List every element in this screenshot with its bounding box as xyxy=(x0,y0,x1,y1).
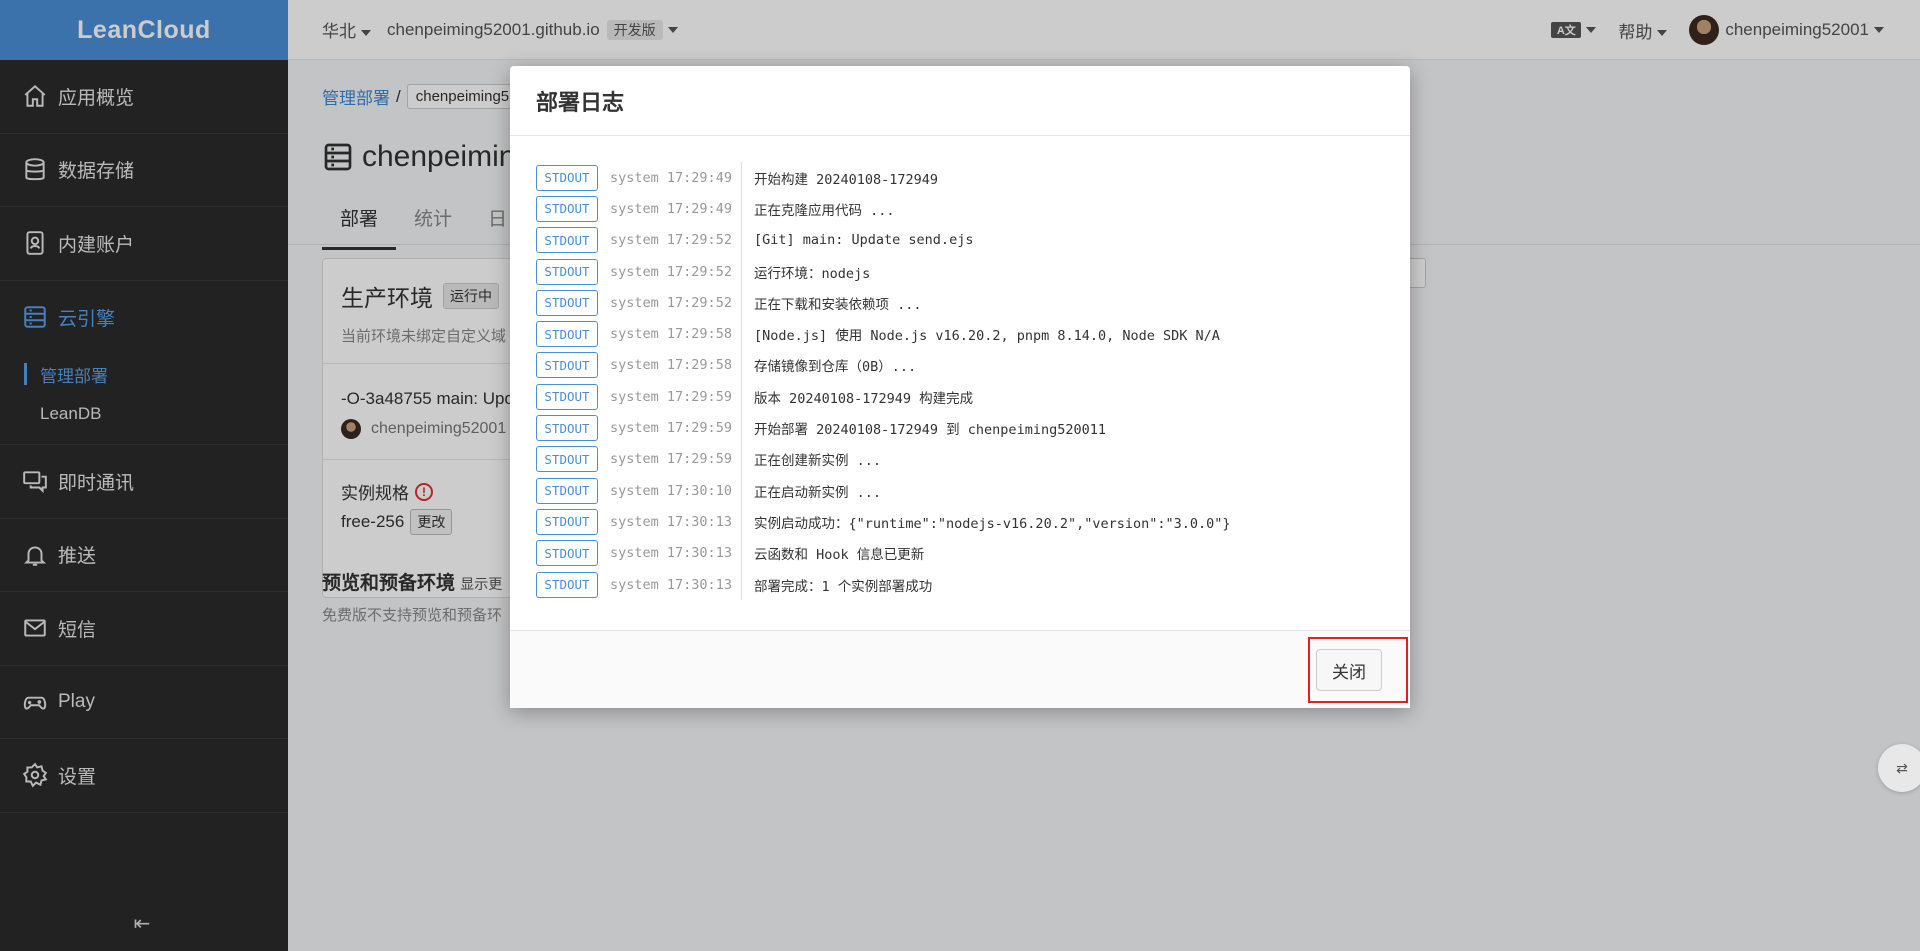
log-row: STDOUT system 17:29:59 正在创建新实例 ... xyxy=(536,443,1410,475)
log-message: 实例启动成功：{"runtime":"nodejs-v16.20.2","ver… xyxy=(754,515,1231,532)
log-meta: system 17:29:59 xyxy=(610,381,742,413)
stream-badge: STDOUT xyxy=(536,508,598,535)
log-message: 版本 20240108-172949 构建完成 xyxy=(754,390,974,407)
log-meta: system 17:29:59 xyxy=(610,412,742,444)
modal-footer: 关闭 xyxy=(510,630,1410,708)
log-meta: system 17:29:49 xyxy=(610,162,742,194)
log-source: system xyxy=(610,294,659,311)
log-meta: system 17:29:58 xyxy=(610,318,742,350)
stream-badge: STDOUT xyxy=(536,227,598,254)
log-message: 开始部署 20240108-172949 到 chenpeiming520011 xyxy=(754,422,1106,439)
log-meta: system 17:29:49 xyxy=(610,193,742,225)
log-meta: system 17:29:59 xyxy=(610,443,742,475)
log-message: 运行环境：nodejs xyxy=(754,265,871,282)
stream-badge: STDOUT xyxy=(536,258,598,285)
log-message: 部署完成：1 个实例部署成功 xyxy=(754,578,933,595)
log-row: STDOUT system 17:29:49 开始构建 20240108-17294… xyxy=(536,162,1410,194)
log-meta: system 17:29:52 xyxy=(610,224,742,256)
log-meta: system 17:30:13 xyxy=(610,568,742,601)
log-row: STDOUT system 17:29:58 [Node.js] 使用 Node.j… xyxy=(536,318,1410,350)
log-message: 存储镜像到仓库（0B）... xyxy=(754,359,917,376)
log-message: 正在创建新实例 ... xyxy=(754,453,882,470)
modal-title: 部署日志 xyxy=(510,66,1410,136)
log-message: [Git] main: Update send.ejs xyxy=(754,232,974,249)
log-source: system xyxy=(610,357,659,374)
stream-badge: STDOUT xyxy=(536,446,598,473)
log-time: 17:29:52 xyxy=(666,232,732,249)
translate-widget-icon[interactable]: ⇄ xyxy=(1878,744,1920,792)
log-row: STDOUT system 17:29:59 版本 20240108-172949 … xyxy=(536,381,1410,413)
stream-badge: STDOUT xyxy=(536,571,598,598)
log-source: system xyxy=(610,513,659,530)
log-row: STDOUT system 17:29:52 [Git] main: Update … xyxy=(536,224,1410,256)
log-time: 17:29:58 xyxy=(666,326,732,343)
log-row: STDOUT system 17:29:59 开始部署 20240108-17294… xyxy=(536,412,1410,444)
stream-badge: STDOUT xyxy=(536,195,598,222)
log-meta: system 17:30:10 xyxy=(610,474,742,507)
log-source: system xyxy=(610,169,659,186)
close-button[interactable]: 关闭 xyxy=(1316,649,1382,691)
stream-badge: STDOUT xyxy=(536,164,598,191)
stream-badge: STDOUT xyxy=(536,321,598,348)
log-meta: system 17:30:13 xyxy=(610,506,742,538)
stream-badge: STDOUT xyxy=(536,352,598,379)
log-row: STDOUT system 17:30:10 正在启动新实例 ... xyxy=(536,474,1410,507)
log-message: 正在克隆应用代码 ... xyxy=(754,202,895,219)
log-source: system xyxy=(610,263,659,280)
log-row: STDOUT system 17:29:58 存储镜像到仓库（0B）... xyxy=(536,349,1410,382)
log-message: [Node.js] 使用 Node.js v16.20.2, pnpm 8.14… xyxy=(754,328,1220,345)
log-time: 17:29:49 xyxy=(666,200,732,217)
log-meta: system 17:29:52 xyxy=(610,287,742,319)
log-source: system xyxy=(610,420,659,437)
log-time: 17:30:13 xyxy=(666,545,732,562)
log-row: STDOUT system 17:30:13 实例启动成功：{"runtime":"… xyxy=(536,506,1410,538)
log-row: STDOUT system 17:30:13 部署完成：1 个实例部署成功 xyxy=(536,568,1410,601)
log-time: 17:29:49 xyxy=(666,169,732,186)
log-meta: system 17:29:52 xyxy=(610,255,742,288)
log-source: system xyxy=(610,200,659,217)
stream-badge: STDOUT xyxy=(536,289,598,316)
log-list: STDOUT system 17:29:49 开始构建 20240108-17294… xyxy=(510,136,1410,601)
log-source: system xyxy=(610,451,659,468)
log-row: STDOUT system 17:29:49 正在克隆应用代码 ... xyxy=(536,193,1410,225)
stream-badge: STDOUT xyxy=(536,383,598,410)
log-source: system xyxy=(610,326,659,343)
log-time: 17:30:13 xyxy=(666,513,732,530)
log-time: 17:30:13 xyxy=(666,576,732,593)
log-message: 正在下载和安装依赖项 ... xyxy=(754,296,922,313)
log-time: 17:29:58 xyxy=(666,357,732,374)
stream-badge: STDOUT xyxy=(536,540,598,567)
log-time: 17:29:52 xyxy=(666,294,732,311)
log-message: 云函数和 Hook 信息已更新 xyxy=(754,547,925,564)
log-meta: system 17:30:13 xyxy=(610,537,742,569)
log-source: system xyxy=(610,232,659,249)
log-source: system xyxy=(610,388,659,405)
log-message: 正在启动新实例 ... xyxy=(754,484,882,501)
log-row: STDOUT system 17:30:13 云函数和 Hook 信息已更新 xyxy=(536,537,1410,569)
deploy-log-modal: 部署日志 STDOUT system 17:29:49 开始构建 20240108-… xyxy=(510,66,1410,708)
log-time: 17:29:52 xyxy=(666,263,732,280)
log-message: 开始构建 20240108-172949 xyxy=(754,171,939,188)
log-source: system xyxy=(610,545,659,562)
stream-badge: STDOUT xyxy=(536,477,598,504)
log-source: system xyxy=(610,482,659,499)
log-source: system xyxy=(610,576,659,593)
log-time: 17:29:59 xyxy=(666,451,732,468)
log-row: STDOUT system 17:29:52 正在下载和安装依赖项 ... xyxy=(536,287,1410,319)
log-time: 17:29:59 xyxy=(666,388,732,405)
log-time: 17:30:10 xyxy=(666,482,732,499)
log-time: 17:29:59 xyxy=(666,420,732,437)
log-meta: system 17:29:58 xyxy=(610,349,742,382)
log-row: STDOUT system 17:29:52 运行环境：nodejs xyxy=(536,255,1410,288)
stream-badge: STDOUT xyxy=(536,415,598,442)
